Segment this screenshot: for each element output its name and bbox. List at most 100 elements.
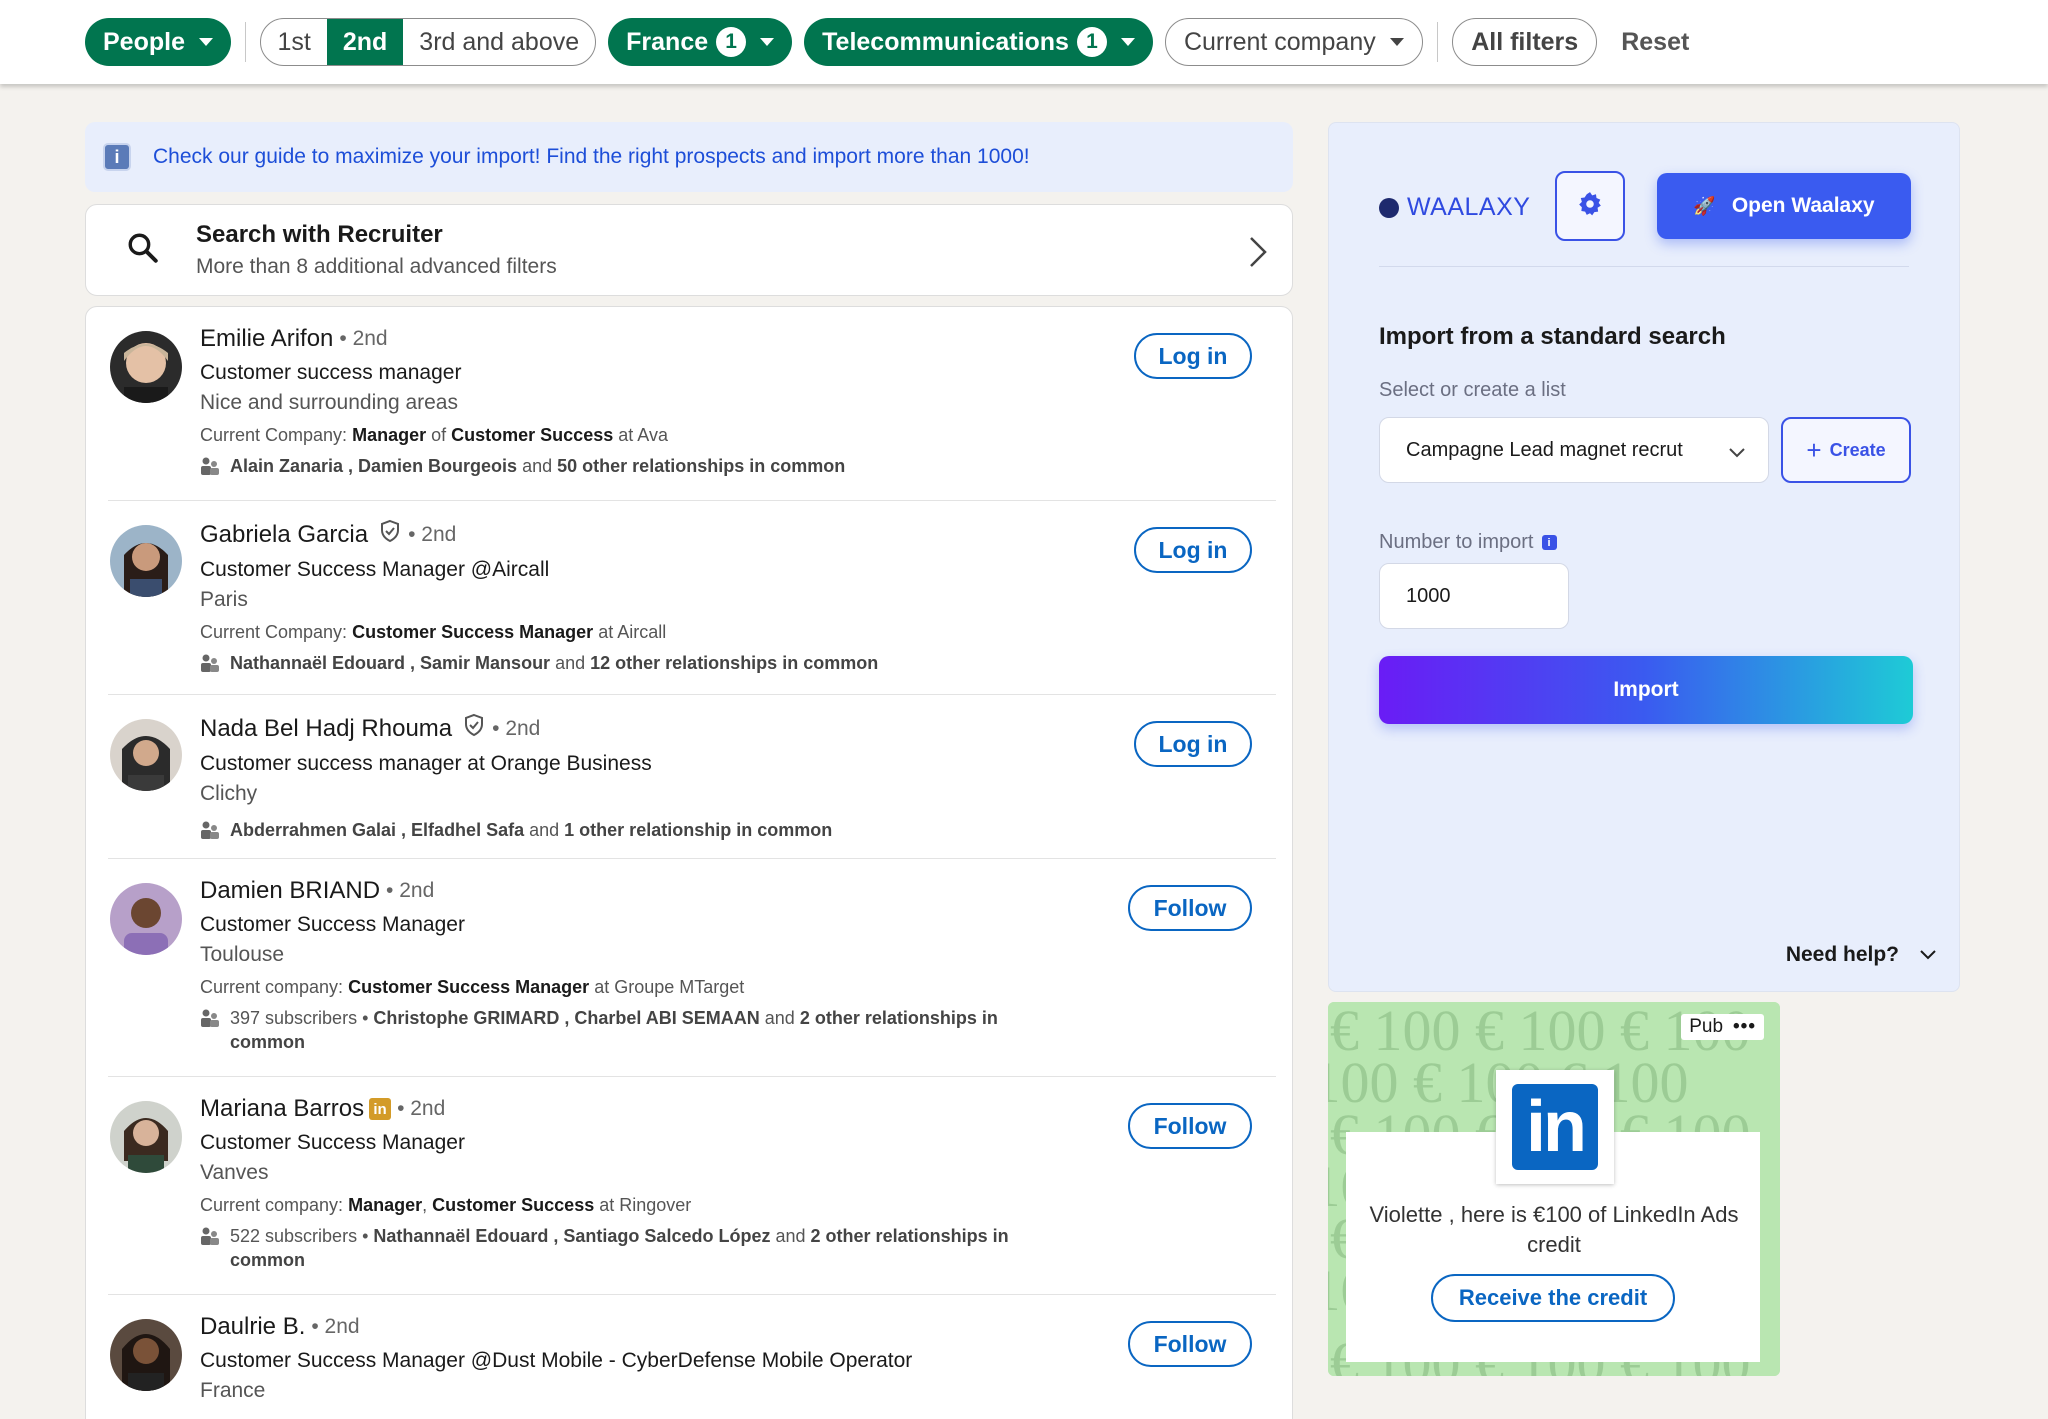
industry-count-badge: 1: [1076, 27, 1107, 57]
people-filter-label: People: [103, 27, 185, 56]
connection-degree: • 2nd: [386, 879, 435, 902]
profile-name[interactable]: Nada Bel Hadj Rhouma: [200, 715, 452, 743]
current-company-filter[interactable]: Current company: [1164, 18, 1423, 66]
degree-1st[interactable]: 1st: [261, 19, 326, 65]
login-button[interactable]: Log in: [1134, 721, 1252, 767]
mutual-connections[interactable]: Abderrahmen Galai , Elfadhel Safa and 1 …: [200, 818, 1034, 846]
ad-label[interactable]: Pub •••: [1681, 1014, 1764, 1040]
need-help-toggle[interactable]: Need help?: [1786, 943, 1937, 967]
list-item: Emilie Arifon • 2nd Customer success man…: [86, 307, 1292, 501]
profile-location: Nice and surrounding areas: [200, 391, 458, 414]
settings-button[interactable]: [1555, 171, 1625, 241]
location-filter[interactable]: France 1: [608, 18, 793, 66]
receive-credit-button[interactable]: Receive the credit: [1431, 1274, 1675, 1322]
alien-icon: [1379, 197, 1399, 218]
import-guide-banner[interactable]: i Check our guide to maximize your impor…: [85, 122, 1293, 192]
current-company: Current company: Manager, Customer Succe…: [200, 1195, 1034, 1216]
avatar[interactable]: [110, 719, 182, 791]
search-with-recruiter-card[interactable]: Search with Recruiter More than 8 additi…: [85, 204, 1293, 296]
caret-down-icon: [1389, 38, 1404, 46]
chevron-right-icon: [1248, 235, 1268, 274]
avatar[interactable]: [110, 883, 182, 955]
people-icon: [200, 1008, 222, 1054]
create-list-button[interactable]: + Create: [1781, 417, 1911, 483]
mutual-names: Alain Zanaria , Damien Bourgeois: [230, 456, 518, 476]
profile-name[interactable]: Mariana Barros: [200, 1095, 364, 1123]
mutual-connections[interactable]: 522 subscribers • Nathannaël Edouard , S…: [200, 1224, 1034, 1272]
mutual-and: and: [522, 456, 553, 476]
import-button[interactable]: Import: [1379, 656, 1913, 724]
industry-filter[interactable]: Telecommunications 1: [804, 18, 1153, 66]
follow-button[interactable]: Follow: [1128, 1103, 1252, 1149]
people-filter[interactable]: People: [85, 18, 231, 66]
people-icon: [200, 456, 222, 482]
connection-degree: • 2nd: [397, 1097, 446, 1120]
avatar[interactable]: [110, 1319, 182, 1391]
rocket-icon: 🚀: [1693, 195, 1716, 216]
profile-location: France: [200, 1379, 266, 1402]
profile-name[interactable]: Damien BRIAND: [200, 877, 380, 905]
degree-3rd[interactable]: 3rd and above: [403, 19, 595, 65]
all-filters-button[interactable]: All filters: [1452, 18, 1598, 66]
linkedin-premium-icon: in: [369, 1098, 392, 1120]
result-info: Mariana Barros in • 2nd Customer Success…: [200, 1095, 1034, 1272]
mutual-connections[interactable]: 397 subscribers • Christophe GRIMARD , C…: [200, 1006, 1034, 1054]
avatar[interactable]: [110, 331, 182, 403]
degree-filter: 1st 2nd 3rd and above: [260, 18, 597, 66]
list-item: Damien BRIAND • 2nd Customer Success Man…: [86, 859, 1292, 1077]
profile-name[interactable]: Gabriela Garcia: [200, 521, 368, 549]
result-info: Nada Bel Hadj Rhouma • 2nd Customer succ…: [200, 713, 1034, 846]
waalaxy-logo-text: WAALAXY: [1407, 193, 1531, 221]
industry-filter-label: Telecommunications: [822, 27, 1069, 56]
mutual-and: and: [764, 1008, 795, 1028]
current-company: Current Company: Manager of Customer Suc…: [200, 425, 1034, 446]
login-button[interactable]: Log in: [1134, 333, 1252, 379]
mutual-connections[interactable]: Alain Zanaria , Damien Bourgeois and 50 …: [200, 454, 1034, 482]
avatar[interactable]: [110, 525, 182, 597]
mutual-connections[interactable]: Nathannaël Edouard , Samir Mansour and 1…: [200, 651, 1034, 679]
number-to-import-input[interactable]: 1000: [1379, 563, 1569, 629]
divider: [1436, 22, 1439, 62]
recruiter-subtitle: More than 8 additional advanced filters: [196, 255, 557, 278]
result-info: Gabriela Garcia • 2nd Customer Success M…: [200, 519, 1034, 679]
chevron-down-icon: [1728, 442, 1746, 465]
follow-button[interactable]: Follow: [1128, 1321, 1252, 1367]
profile-location: Toulouse: [200, 943, 285, 966]
caret-down-icon: [1120, 38, 1135, 46]
location-filter-label: France: [626, 27, 709, 56]
company-at: at Ringover: [599, 1195, 692, 1215]
more-options-icon[interactable]: •••: [1733, 1016, 1756, 1038]
waalaxy-panel: WAALAXY 🚀 Open Waalaxy Import from a sta…: [1328, 122, 1960, 992]
company-of: of: [431, 425, 447, 445]
number-label-text: Number to import: [1379, 531, 1534, 553]
connection-degree: • 2nd: [408, 522, 457, 546]
reset-button[interactable]: Reset: [1621, 28, 1689, 57]
mutual-and: and: [775, 1226, 806, 1246]
company-at: at Ava: [618, 425, 668, 445]
degree-2nd[interactable]: 2nd: [326, 19, 404, 65]
company-role: Manager: [352, 425, 427, 445]
profile-headline: Customer success manager at Orange Busin…: [200, 752, 652, 775]
company-at: at Aircall: [598, 622, 667, 642]
profile-name[interactable]: Emilie Arifon: [200, 325, 333, 353]
result-info: Daulrie B. • 2nd Customer Success Manage…: [200, 1313, 1044, 1403]
ad-text: Violette , here is €100 of LinkedIn Ads …: [1369, 1202, 1739, 1257]
need-help-label: Need help?: [1785, 943, 1899, 966]
company-prefix: Current company:: [200, 977, 344, 997]
follow-button[interactable]: Follow: [1128, 885, 1252, 931]
list-item: Daulrie B. • 2nd Customer Success Manage…: [86, 1295, 1292, 1419]
mutual-and: and: [529, 820, 560, 840]
verified-shield-icon: [378, 519, 402, 550]
number-value: 1000: [1406, 584, 1451, 607]
info-icon[interactable]: i: [1541, 535, 1557, 550]
profile-headline: Customer Success Manager @Dust Mobile - …: [200, 1349, 913, 1372]
login-button[interactable]: Log in: [1134, 527, 1252, 573]
profile-headline: Customer Success Manager @Aircall: [200, 558, 550, 581]
avatar[interactable]: [110, 1101, 182, 1173]
profile-name[interactable]: Daulrie B.: [200, 1313, 305, 1341]
mutual-names: Nathannaël Edouard , Santiago Salcedo Ló…: [373, 1226, 771, 1246]
company-role: Manager: [348, 1195, 423, 1215]
open-waalaxy-button[interactable]: 🚀 Open Waalaxy: [1657, 173, 1911, 239]
list-select[interactable]: Campagne Lead magnet recrut: [1379, 417, 1769, 483]
mutual-rest: 50 other relationships in common: [557, 456, 846, 476]
